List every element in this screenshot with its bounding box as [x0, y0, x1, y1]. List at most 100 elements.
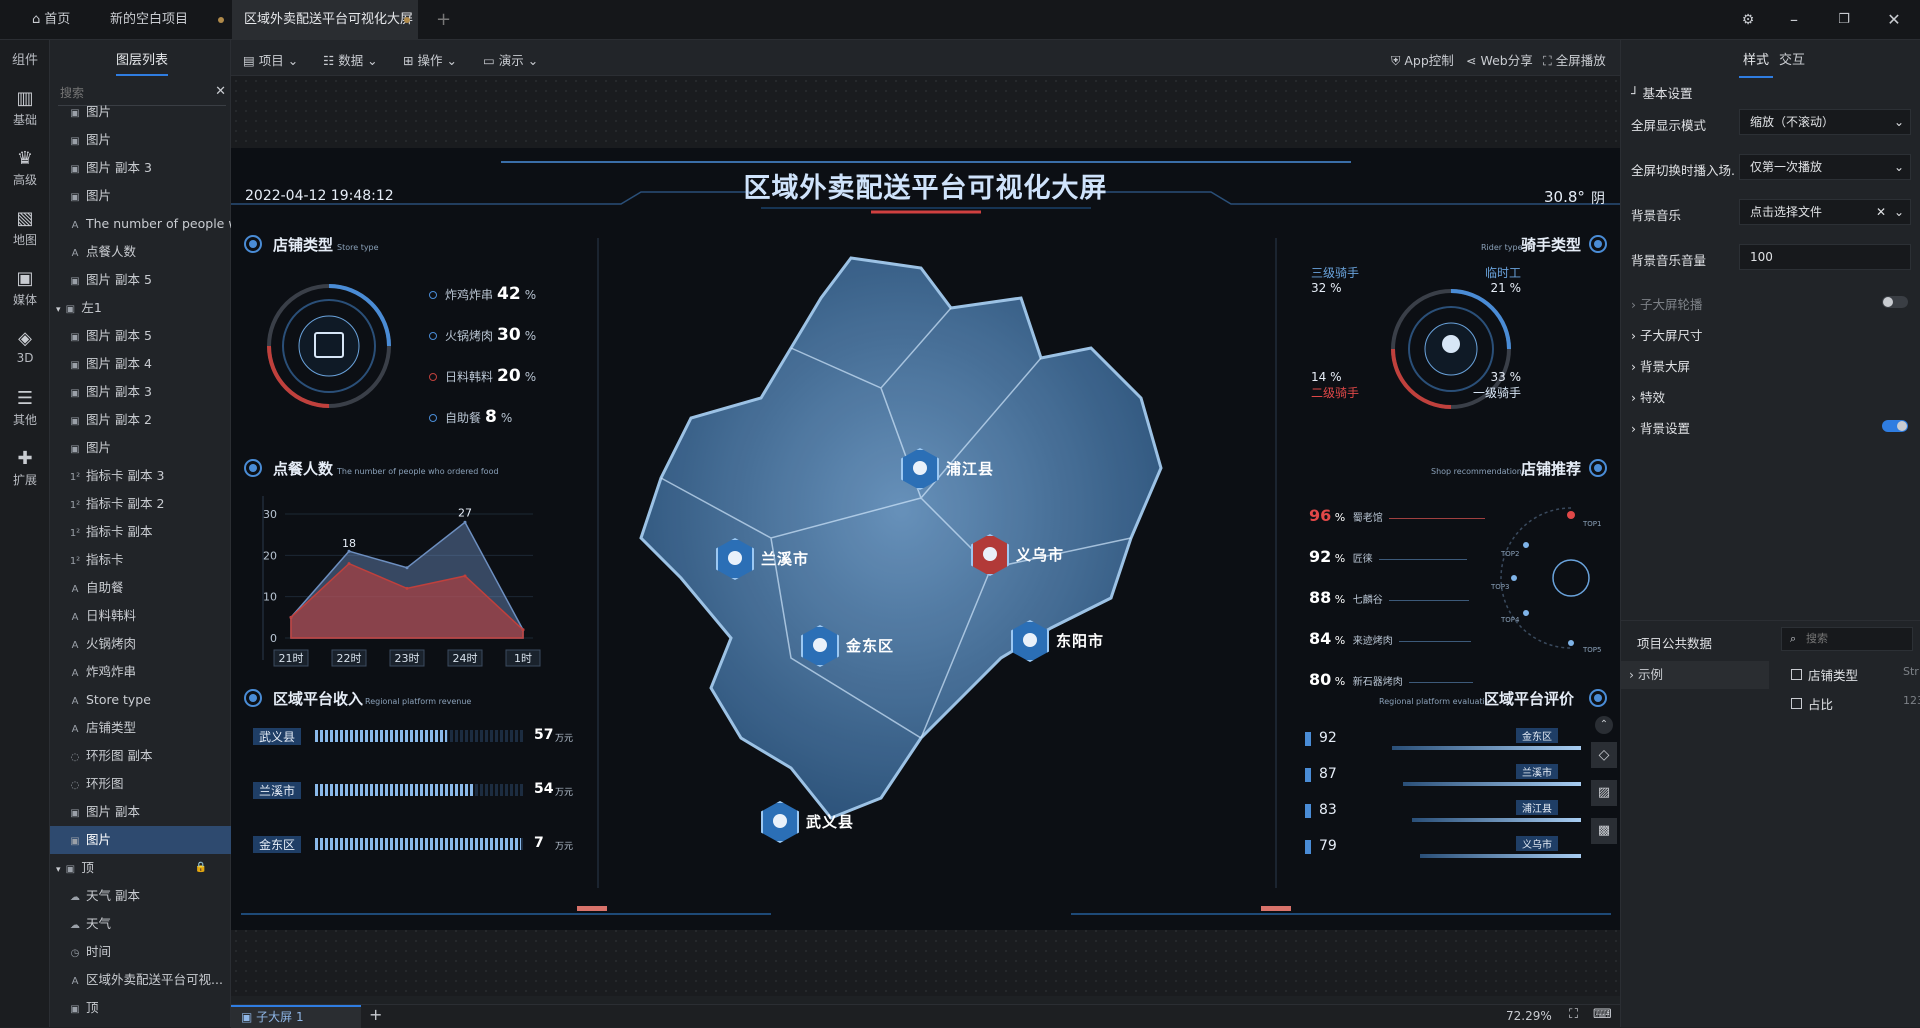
layer-item[interactable]: A 店铺类型	[50, 714, 231, 742]
layer-item[interactable]: ▣ 图片	[50, 826, 231, 854]
layer-item[interactable]: 1² 指标卡	[50, 546, 231, 574]
add-sub-screen-button[interactable]: +	[369, 1005, 382, 1024]
share-icon: ⋖	[1466, 53, 1481, 68]
tab-blank-project[interactable]: 新的空白项目	[98, 0, 232, 40]
layer-item[interactable]: A 炸鸡炸串	[50, 658, 231, 686]
fit-screen-icon[interactable]: ⛶	[1569, 1007, 1578, 1022]
layer-item[interactable]: ▣ 图片	[50, 98, 231, 126]
layer-item[interactable]: ☁ 天气	[50, 910, 231, 938]
layer-item[interactable]: ◌ 环形图 副本	[50, 742, 231, 770]
layer-item[interactable]: ◌ 环形图	[50, 770, 231, 798]
layer-item[interactable]: ▾ ▣ 左1	[50, 294, 231, 322]
map-collapse-icon[interactable]: ⌃	[1595, 716, 1613, 734]
checkbox[interactable]	[1791, 698, 1802, 709]
layer-item[interactable]: A 火锅烤肉	[50, 630, 231, 658]
carousel-toggle[interactable]	[1882, 296, 1908, 308]
store-type-subtitle: Store type	[337, 243, 379, 252]
web-share-button[interactable]: ⋖ Web分享	[1466, 50, 1533, 69]
layer-item[interactable]: ▣ 图片 副本	[50, 798, 231, 826]
layer-item[interactable]: A 自助餐	[50, 574, 231, 602]
fold-sub-screen-size[interactable]: › 子大屏尺寸	[1631, 325, 1703, 344]
layer-item[interactable]: ▣ 图片	[50, 182, 231, 210]
transition-select[interactable]: 仅第一次播放 ⌄	[1739, 154, 1911, 180]
expand-caret-icon[interactable]: ▾	[56, 305, 63, 315]
layer-item[interactable]: A Store type	[50, 686, 231, 714]
fold-background-screen[interactable]: › 背景大屏	[1631, 356, 1690, 375]
menu-demo[interactable]: ▭ 演示 ⌄	[483, 50, 538, 69]
tab-delivery-screen[interactable]: 区域外卖配送平台可视化大屏	[232, 0, 418, 40]
rail-item-extend[interactable]: ✚ 扩展	[0, 448, 50, 488]
fold-effects[interactable]: › 特效	[1631, 387, 1665, 406]
layer-item[interactable]: A 日料韩料	[50, 602, 231, 630]
fold-sub-screen-carousel[interactable]: › 子大屏轮播	[1631, 294, 1703, 313]
layer-list-title[interactable]: 图层列表	[116, 49, 169, 76]
restore-button[interactable]: ❐	[1824, 0, 1864, 40]
lock-icon[interactable]: 🔒	[195, 854, 207, 882]
fullscreen-play-button[interactable]: ⛶ 全屏播放	[1543, 50, 1606, 69]
layer-item[interactable]: ▣ 图片 副本 3	[50, 378, 231, 406]
bg-volume-input[interactable]: 100	[1739, 244, 1911, 270]
public-data-tree-item[interactable]: › 示例	[1621, 661, 1769, 689]
layer-item[interactable]: ▣ 顶	[50, 994, 231, 1022]
public-data-search-input[interactable]	[1806, 630, 1906, 648]
rail-item-other[interactable]: ☰ 其他	[0, 388, 50, 428]
layers-icon[interactable]: ◇	[1591, 742, 1617, 768]
list-icon: ☰	[16, 388, 34, 409]
layer-item[interactable]: ◷ 时间	[50, 938, 231, 966]
public-data-column[interactable]: 店铺类型 Str	[1791, 665, 1920, 684]
app-control-button[interactable]: ⛨ App控制	[1391, 50, 1454, 69]
layer-item[interactable]: ▾ ▣ 顶 🔒	[50, 854, 231, 882]
layer-item[interactable]: ☁ 天气 副本	[50, 882, 231, 910]
menu-operation[interactable]: ⊞ 操作 ⌄	[403, 50, 457, 69]
layer-item[interactable]: ▣ 图片 副本 5	[50, 266, 231, 294]
layer-list: ▣图片▣图片▣图片 副本 3▣图片AThe number of people w…	[50, 98, 231, 1022]
layer-item[interactable]: A 区域外卖配送平台可视...	[50, 966, 231, 994]
add-tab-button[interactable]: +	[424, 0, 454, 40]
minimize-button[interactable]: –	[1774, 0, 1814, 40]
layer-item[interactable]: 1² 指标卡 副本 3	[50, 462, 231, 490]
layer-item[interactable]: ▣ 图片 副本 3	[50, 154, 231, 182]
tab-style[interactable]: 样式	[1739, 49, 1774, 78]
home-icon: ⌂	[32, 12, 41, 27]
rail-item-basic[interactable]: ▥ 基础	[0, 88, 50, 128]
rail-item-media[interactable]: ▣ 媒体	[0, 268, 50, 308]
menu-project[interactable]: ▤ 项目 ⌄	[243, 50, 298, 69]
background-settings-toggle[interactable]	[1882, 420, 1908, 432]
eval-score: 87	[1319, 766, 1337, 782]
keyboard-icon[interactable]: ⌨	[1593, 1007, 1612, 1022]
fullscreen-mode-select[interactable]: 缩放（不滚动） ⌄	[1739, 109, 1911, 135]
map-view-icon[interactable]: ▨	[1591, 780, 1617, 806]
layer-item[interactable]: AThe number of people w...	[50, 210, 231, 238]
image-view-icon[interactable]: ▩	[1591, 818, 1617, 844]
section-basic-settings[interactable]: ┘ 基本设置	[1631, 83, 1693, 102]
tab-interaction[interactable]: 交互	[1779, 49, 1805, 68]
expand-caret-icon[interactable]: ▾	[56, 865, 63, 875]
clear-icon[interactable]: ✕	[1876, 200, 1886, 224]
layer-item[interactable]: ▣ 图片	[50, 126, 231, 154]
close-button[interactable]: ✕	[1874, 0, 1914, 40]
public-data-title: 项目公共数据	[1637, 636, 1713, 651]
dashboard-screen[interactable]: 区域外卖配送平台可视化大屏 2022-04-12 19:48:12 30.8° …	[231, 148, 1620, 930]
fold-background-settings[interactable]: › 背景设置	[1631, 418, 1690, 437]
bg-music-file-select[interactable]: 点击选择文件 ✕ ⌄	[1739, 199, 1911, 225]
editor-canvas[interactable]: 区域外卖配送平台可视化大屏 2022-04-12 19:48:12 30.8° …	[231, 76, 1620, 996]
tab-home[interactable]: ⌂ 首页	[20, 0, 100, 40]
layer-item[interactable]: 1² 指标卡 副本 2	[50, 490, 231, 518]
text-icon: A	[71, 724, 79, 735]
rail-item-map[interactable]: ▧ 地图	[0, 208, 50, 248]
layer-item[interactable]: ▣ 图片 副本 5	[50, 322, 231, 350]
layer-item[interactable]: ▣ 图片 副本 4	[50, 350, 231, 378]
rail-item-advanced[interactable]: ♛ 高级	[0, 148, 50, 188]
ring-dot-icon	[429, 291, 437, 299]
layer-item[interactable]: 1² 指标卡 副本	[50, 518, 231, 546]
settings-icon[interactable]: ⚙	[1728, 0, 1768, 40]
menu-data[interactable]: ☷ 数据 ⌄	[323, 50, 378, 69]
layer-item[interactable]: ▣ 图片	[50, 434, 231, 462]
checkbox[interactable]	[1791, 669, 1802, 680]
clear-search-icon[interactable]: ✕	[215, 84, 226, 99]
sub-screen-tab[interactable]: ▣ 子大屏 1	[231, 1005, 361, 1028]
rail-item-3d[interactable]: ◈ 3D	[0, 328, 50, 365]
layer-item[interactable]: A 点餐人数	[50, 238, 231, 266]
public-data-column[interactable]: 占比 123	[1791, 694, 1920, 713]
layer-item[interactable]: ▣ 图片 副本 2	[50, 406, 231, 434]
